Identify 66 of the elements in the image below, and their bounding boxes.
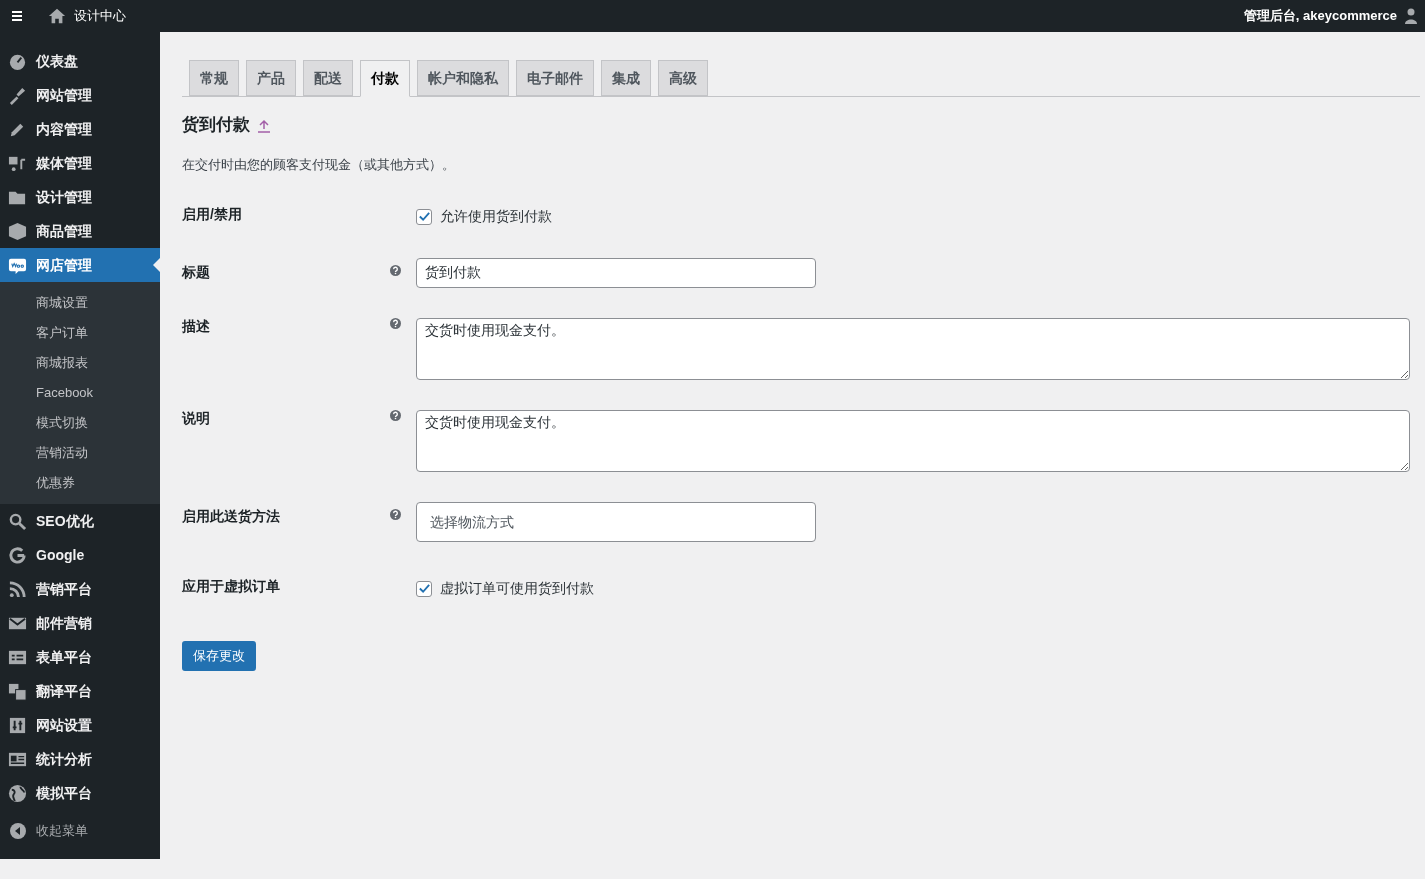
help-icon[interactable]: [390, 509, 401, 520]
sidebar-item[interactable]: 设计管理: [0, 180, 160, 214]
pin-icon: [8, 85, 27, 105]
field-label: 启用此送货方法: [182, 507, 281, 526]
tab[interactable]: 高级: [658, 60, 708, 96]
search-icon: [8, 511, 27, 531]
sliders-icon: [8, 715, 27, 735]
submenu-item[interactable]: 商城报表: [0, 348, 160, 378]
help-icon[interactable]: [390, 318, 401, 329]
submenu-item[interactable]: 模式切换: [0, 408, 160, 438]
sidebar-item[interactable]: Google: [0, 538, 160, 572]
textarea-field[interactable]: 交货时使用现金支付。: [416, 410, 1410, 472]
submenu-item[interactable]: 营销活动: [0, 438, 160, 468]
home-icon[interactable]: [48, 7, 66, 25]
site-title[interactable]: 设计中心: [74, 6, 126, 26]
submenu-item[interactable]: 客户订单: [0, 318, 160, 348]
save-button[interactable]: 保存更改: [182, 641, 256, 671]
tab[interactable]: 集成: [601, 60, 651, 96]
active-pointer: [153, 258, 160, 272]
textarea-field[interactable]: 交货时使用现金支付。: [416, 318, 1410, 380]
letter-g-icon: [8, 545, 27, 565]
sidebar-item[interactable]: 翻译平台: [0, 674, 160, 708]
field-label: 描述: [182, 317, 211, 336]
sidebar-item[interactable]: 统计分析: [0, 742, 160, 776]
help-icon[interactable]: [390, 265, 401, 276]
field-label: 说明: [182, 409, 211, 428]
submenu-item[interactable]: Facebook: [0, 378, 160, 408]
sidebar-item[interactable]: 网站设置: [0, 708, 160, 742]
sidebar-item[interactable]: 网站管理: [0, 78, 160, 112]
field-label: 启用/禁用: [182, 205, 243, 224]
account-name[interactable]: 管理后台, akeycommerce: [1243, 6, 1397, 26]
section-title: 货到付款: [182, 114, 250, 136]
tab[interactable]: 产品: [246, 60, 296, 96]
sidebar-item[interactable]: 营销平台: [0, 572, 160, 606]
rss-icon: [8, 579, 27, 599]
section-description: 在交付时由您的顾客支付现金（或其他方式）。: [182, 155, 456, 174]
tab[interactable]: 电子邮件: [516, 60, 594, 96]
select-field[interactable]: 选择物流方式: [416, 502, 816, 542]
checkbox[interactable]: [416, 208, 432, 225]
checkbox-label: 虚拟订单可使用货到付款: [440, 579, 594, 598]
tab[interactable]: 配送: [303, 60, 353, 96]
sidebar-item[interactable]: 网店管理: [0, 248, 160, 282]
sidebar-item[interactable]: 邮件营销: [0, 606, 160, 640]
sidebar-item[interactable]: 表单平台: [0, 640, 160, 674]
user-icon[interactable]: [1405, 8, 1417, 24]
sidebar-item[interactable]: 媒体管理: [0, 146, 160, 180]
sidebar-item[interactable]: 模拟平台: [0, 776, 160, 810]
globe-icon: [8, 783, 27, 803]
tab[interactable]: 帐户和隐私: [417, 60, 509, 96]
collapse-menu-link[interactable]: 收起菜单: [36, 821, 88, 841]
sidebar-item[interactable]: 仪表盘: [0, 44, 160, 78]
sidebar-item[interactable]: 内容管理: [0, 112, 160, 146]
tab[interactable]: 付款: [360, 60, 410, 97]
box-icon: [8, 221, 27, 241]
submenu-item[interactable]: 商城设置: [0, 288, 160, 318]
checkbox[interactable]: [416, 580, 432, 597]
submenu-item[interactable]: 优惠券: [0, 468, 160, 498]
checkbox-label: 允许使用货到付款: [440, 207, 552, 226]
sidebar-item[interactable]: 商品管理: [0, 214, 160, 248]
help-icon[interactable]: [390, 410, 401, 421]
tab[interactable]: 常规: [189, 60, 239, 96]
collapse-icon[interactable]: [10, 823, 26, 839]
field-label: 标题: [182, 263, 211, 282]
field-label: 应用于虚拟订单: [182, 577, 281, 596]
sidebar-item[interactable]: SEO优化: [0, 504, 160, 538]
title-input[interactable]: 货到付款: [416, 258, 816, 288]
